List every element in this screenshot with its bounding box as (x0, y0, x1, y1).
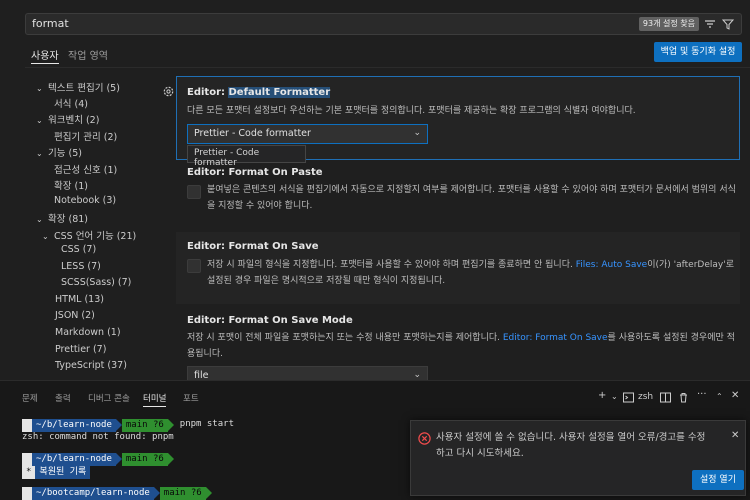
toc-item[interactable]: SCSS(Sass) (7) (61, 277, 131, 293)
toc-item[interactable]: 확장 (1) (54, 178, 88, 194)
toc-item[interactable]: HTML (13) (55, 294, 104, 310)
setting-description: 붙여넣은 콘텐츠의 서식을 편집기에서 자동으로 지정할지 여부를 제어합니다.… (207, 185, 736, 211)
toc-item[interactable]: ⌄ CSS 언어 기능 (21) (42, 228, 136, 244)
settings-scope-tabs: 사용자 작업 영역 (25, 44, 750, 68)
toc-item[interactable]: Prettier (7) (55, 344, 106, 360)
prompt-dir: ~/b/learn-node (32, 419, 116, 432)
toc-item[interactable]: Markdown (1) (55, 327, 121, 343)
backup-sync-button[interactable]: 백업 및 동기화 설정 (654, 42, 742, 62)
prompt-git: main ?6 (159, 487, 206, 500)
setting-description: 저장 시 파일의 형식을 지정합니다. 포맷터를 사용할 수 있어야 하며 편집… (207, 260, 734, 286)
toc-item[interactable]: ⌄ 텍스트 편집기 (5) (36, 80, 120, 96)
prompt-separator (167, 453, 174, 465)
search-query[interactable]: format (32, 17, 69, 30)
split-terminal-icon[interactable] (660, 392, 671, 403)
gear-icon[interactable] (162, 85, 175, 98)
restore-text: 복원된 기록 (35, 466, 91, 479)
format-on-save-checkbox[interactable] (187, 259, 201, 273)
tab-workspace[interactable]: 작업 영역 (68, 47, 108, 62)
chevron-down-icon: ⌄ (42, 232, 49, 241)
close-icon[interactable]: ✕ (731, 430, 739, 441)
terminal-line: ~/bootcamp/learn-node main ?6 (22, 487, 212, 500)
restore-marker: * (22, 466, 36, 479)
terminal-line: ~/b/learn-node main ?6 pnpm start (22, 419, 234, 433)
toc-item[interactable]: ⌄ 확장 (81) (36, 211, 88, 227)
toc-item[interactable]: ⌄ 기능 (5) (36, 145, 82, 161)
trash-icon[interactable] (678, 392, 689, 403)
notification-message: 사용자 설정에 쓸 수 없습니다. 사용자 설정을 열어 오류/경고를 수정하고… (436, 432, 706, 459)
apple-icon (22, 419, 32, 432)
chevron-down-icon: ⌄ (413, 128, 421, 138)
toc-item[interactable]: Notebook (3) (54, 195, 116, 211)
more-actions-icon[interactable]: ··· (697, 389, 707, 400)
setting-title: Editor: Format On Save Mode (187, 315, 353, 326)
chevron-down-icon[interactable]: ⌄ (611, 392, 618, 401)
chevron-down-icon: ⌄ (36, 149, 43, 158)
new-terminal-button[interactable]: + (598, 390, 606, 401)
error-notification: 사용자 설정에 쓸 수 없습니다. 사용자 설정을 열어 오류/경고를 수정하고… (410, 420, 746, 496)
tab-ports[interactable]: 포트 (183, 392, 199, 404)
tab-problems[interactable]: 문제 (22, 392, 38, 404)
shell-name: zsh (638, 392, 654, 402)
toc-item[interactable]: 접근성 신호 (1) (54, 162, 117, 178)
prompt-separator (205, 487, 212, 499)
toc-item[interactable]: LESS (7) (61, 261, 101, 277)
setting-description: 저장 시 포맷이 전체 파일을 포맷하는지 또는 수정 내용만 포맷하는지를 제… (187, 333, 735, 359)
error-icon (418, 432, 431, 445)
toc-item[interactable]: CSS (7) (61, 244, 96, 260)
clear-filter-icon[interactable] (704, 18, 716, 30)
chevron-up-icon[interactable]: ⌃ (716, 392, 723, 401)
toc-item[interactable]: 편집기 관리 (2) (54, 129, 117, 145)
setting-title: Editor: Default Formatter (187, 87, 331, 98)
apple-icon (22, 487, 32, 500)
prompt-git: main ?6 (121, 419, 168, 432)
open-settings-button[interactable]: 설정 열기 (692, 470, 744, 490)
toc-item[interactable]: TypeScript (37) (55, 360, 127, 376)
toc-item[interactable]: ⌄ 워크벤치 (2) (36, 112, 99, 128)
dropdown-tooltip: Prettier - Code formatter (187, 145, 306, 168)
chevron-down-icon: ⌄ (413, 370, 421, 380)
filter-icon[interactable] (722, 18, 734, 30)
chevron-down-icon: ⌄ (36, 215, 43, 224)
prompt-git: main ?6 (121, 453, 168, 466)
format-on-save-link[interactable]: Editor: Format On Save (503, 333, 608, 343)
toc-item[interactable]: JSON (2) (55, 310, 95, 326)
result-count-badge: 93개 설정 찾음 (638, 17, 699, 31)
prompt-dir: ~/bootcamp/learn-node (32, 487, 154, 500)
settings-search-input[interactable]: format 93개 설정 찾음 (25, 13, 742, 35)
default-formatter-select[interactable]: Prettier - Code formatter ⌄ (187, 124, 428, 144)
setting-description: 다른 모든 포맷터 설정보다 우선하는 기본 포맷터를 정의합니다. 포맷터를 … (187, 106, 636, 116)
prompt-dir: ~/b/learn-node (32, 453, 116, 466)
format-on-paste-checkbox[interactable] (187, 185, 201, 199)
close-icon[interactable]: ✕ (731, 390, 739, 401)
toc-item[interactable]: 서식 (4) (54, 96, 88, 112)
apple-icon (22, 453, 32, 466)
chevron-down-icon: ⌄ (36, 116, 43, 125)
tab-user[interactable]: 사용자 (31, 47, 59, 64)
prompt-separator (167, 419, 174, 431)
terminal-line: ~/b/learn-node main ?6 (22, 453, 174, 467)
tab-debug-console[interactable]: 디버그 콘솔 (88, 392, 130, 404)
tab-terminal[interactable]: 터미널 (143, 392, 167, 407)
terminal-line: zsh: command not found: pnpm (22, 432, 174, 442)
setting-title: Editor: Format On Paste (187, 167, 323, 178)
tab-output[interactable]: 출력 (55, 392, 71, 404)
terminal-line: * 복원된 기록 (22, 466, 91, 480)
terminal-icon (623, 392, 634, 403)
setting-title: Editor: Format On Save (187, 241, 319, 252)
command-text: pnpm start (179, 419, 234, 429)
files-auto-save-link[interactable]: Files: Auto Save (576, 260, 648, 270)
chevron-down-icon: ⌄ (36, 84, 43, 93)
